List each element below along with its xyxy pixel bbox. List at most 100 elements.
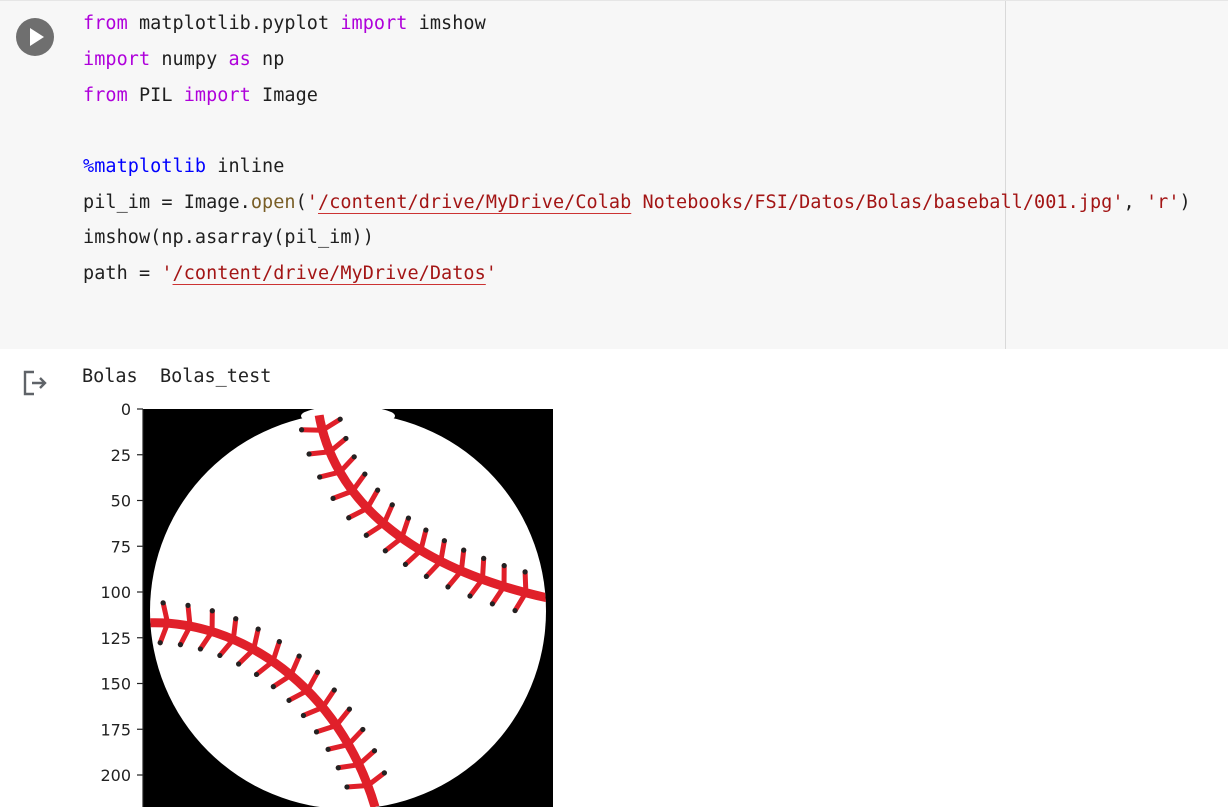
stitch-hole xyxy=(363,532,369,538)
stitch-hole xyxy=(402,561,409,568)
code-text: inline xyxy=(206,156,285,177)
code-text: ) xyxy=(1179,192,1191,213)
stitch-hole xyxy=(445,584,451,590)
code-line-1[interactable]: from matplotlib.pyplot import imshow xyxy=(83,12,486,36)
stitch-hole xyxy=(371,748,378,754)
code-text: imshow(np.asarray(pil_im)) xyxy=(83,227,374,248)
code-text: Image xyxy=(250,85,318,106)
stitch-hole xyxy=(317,474,323,480)
stitch-hole xyxy=(217,652,223,659)
stitch xyxy=(306,449,333,457)
output-icon[interactable] xyxy=(22,369,48,397)
path-link[interactable]: /content/drive/MyDrive/Datos xyxy=(173,263,486,284)
y-tick-label: 50 xyxy=(111,492,131,511)
stitch-hole xyxy=(481,555,487,562)
stitch-hole xyxy=(233,616,239,622)
stitch-hole xyxy=(209,608,215,614)
code-line-6[interactable]: imshow(np.asarray(pil_im)) xyxy=(83,226,374,250)
stitch-hole xyxy=(501,563,507,569)
stitch-hole xyxy=(351,454,357,460)
stitch-hole xyxy=(382,548,388,554)
stitch-hole xyxy=(177,642,184,648)
stitch-hole xyxy=(197,646,203,652)
stitch xyxy=(299,427,325,433)
magic-command: %matplotlib xyxy=(83,156,207,177)
stitch-hole xyxy=(512,607,518,614)
stitch-hole xyxy=(157,640,163,646)
code-line-5[interactable]: pil_im = Image.open('/content/drive/MyDr… xyxy=(83,191,1191,215)
y-tick-label: 150 xyxy=(100,675,131,694)
y-axis-ticks: 0 25 50 75 100 125 150 175 200 xyxy=(100,400,143,785)
stitch-hole xyxy=(306,451,312,457)
y-tick-label: 75 xyxy=(111,537,131,556)
keyword: import xyxy=(83,49,151,70)
code-line-3[interactable]: from PIL import Image xyxy=(83,84,318,108)
stitch xyxy=(479,555,487,582)
stitch-hole xyxy=(441,538,447,544)
keyword: from xyxy=(83,13,128,34)
y-tick-label: 125 xyxy=(100,629,131,648)
string-literal: ' xyxy=(306,192,318,213)
stitch-hole xyxy=(346,515,352,521)
stitch-hole xyxy=(461,547,467,553)
stitch-hole xyxy=(346,706,353,712)
keyword: import xyxy=(340,13,408,34)
stitch xyxy=(522,569,529,596)
code-text: pil_im = Image. xyxy=(83,192,251,213)
image-plot: 0 25 50 75 100 125 150 175 200 xyxy=(100,400,553,807)
run-cell-button[interactable] xyxy=(16,18,54,56)
stitch-hole xyxy=(313,729,320,735)
keyword: import xyxy=(183,85,251,106)
stitch-hole xyxy=(344,784,350,790)
keyword: from xyxy=(83,85,128,106)
stitch-hole xyxy=(270,684,276,690)
stitch-hole xyxy=(325,746,331,752)
y-tick-label: 100 xyxy=(100,583,131,602)
stitch-hole xyxy=(331,687,337,693)
stitch-hole xyxy=(296,653,302,659)
string-literal: ' xyxy=(485,263,497,284)
stitch xyxy=(458,547,467,574)
stitch-hole xyxy=(286,697,292,703)
code-text: PIL xyxy=(127,85,184,106)
stitch-hole xyxy=(314,669,321,675)
y-tick-label: 200 xyxy=(100,766,131,785)
stitch-hole xyxy=(362,471,368,477)
stitch xyxy=(230,616,239,642)
code-cell[interactable]: from matplotlib.pyplot import imshow imp… xyxy=(0,0,1228,349)
code-line-2[interactable]: import numpy as np xyxy=(83,48,284,72)
stitch-hole xyxy=(423,527,429,533)
stitch-hole xyxy=(522,569,528,575)
code-line-4[interactable]: %matplotlib inline xyxy=(83,155,284,179)
stitch-hole xyxy=(330,495,336,501)
path-link[interactable]: /content/drive/MyDrive/Colab xyxy=(318,192,631,213)
code-text: np xyxy=(250,49,285,70)
stitch-hole xyxy=(467,593,473,599)
y-tick-label: 175 xyxy=(100,720,131,739)
string-literal: ' xyxy=(161,263,173,284)
stitch-hole xyxy=(343,435,349,442)
stitch-hole xyxy=(389,502,395,508)
stitch xyxy=(185,602,193,629)
stitch xyxy=(344,783,371,790)
code-text: numpy xyxy=(150,49,229,70)
code-text: imshow xyxy=(407,13,486,34)
stitch-hole xyxy=(160,600,166,606)
code-text: matplotlib.pyplot xyxy=(127,13,341,34)
stitch-hole xyxy=(360,726,366,733)
keyword: as xyxy=(228,49,251,70)
stitch-hole xyxy=(300,712,307,719)
code-line-7[interactable]: path = '/content/drive/MyDrive/Datos' xyxy=(83,262,497,286)
y-tick-label: 25 xyxy=(111,446,131,465)
string-literal: 'r' xyxy=(1145,192,1180,213)
stitch-hole xyxy=(255,626,261,632)
y-tick-label: 0 xyxy=(121,400,131,419)
line-length-ruler xyxy=(1005,1,1006,349)
code-text: path = xyxy=(83,263,162,284)
stitch-hole xyxy=(253,671,260,678)
stitch-hole xyxy=(236,661,242,667)
stitch-hole xyxy=(337,416,343,422)
function-name: open xyxy=(250,192,296,213)
stitch-hole xyxy=(423,573,429,580)
stitch-hole xyxy=(276,639,282,645)
